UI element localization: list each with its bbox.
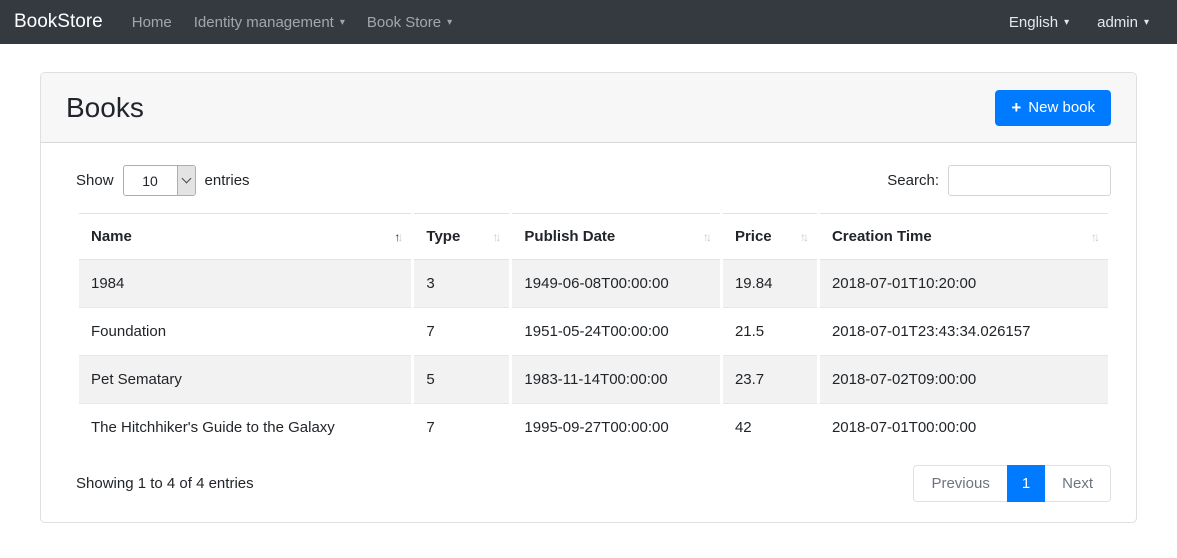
cell-publish-date: 1995-09-27T00:00:00: [511, 404, 722, 452]
navbar: BookStore Home Identity management ▾ Boo…: [0, 0, 1177, 44]
nav-item-book-store-label: Book Store: [367, 14, 441, 31]
column-header-name-label: Name: [91, 228, 132, 245]
cell-price: 42: [721, 404, 818, 452]
cell-creation-time: 2018-07-02T09:00:00: [818, 356, 1109, 404]
sort-desc-icon: ↓: [803, 230, 806, 244]
cell-creation-time: 2018-07-01T00:00:00: [818, 404, 1109, 452]
page-title: Books: [66, 92, 144, 124]
nav-item-home[interactable]: Home: [121, 4, 183, 41]
table-controls: Show 10 entries Search:: [76, 165, 1111, 196]
sort-desc-icon: ↓: [495, 230, 498, 244]
entries-info: Showing 1 to 4 of 4 entries: [76, 475, 254, 492]
next-page-button[interactable]: Next: [1044, 465, 1111, 502]
search-input[interactable]: [948, 165, 1111, 196]
column-header-publish-date-label: Publish Date: [524, 228, 615, 245]
nav-item-home-label: Home: [132, 14, 172, 31]
previous-page-button[interactable]: Previous: [913, 465, 1007, 502]
sort-icon: ↑↓: [492, 230, 501, 244]
column-header-type[interactable]: Type ↑↓: [413, 214, 511, 260]
main-content: Books + New book Show 10 entries: [0, 44, 1177, 523]
sort-desc-icon: ↓: [706, 230, 709, 244]
column-header-price-label: Price: [735, 228, 772, 245]
table-header: Name ↑↓ Type ↑↓ Publish Date ↑↓ Price: [78, 214, 1110, 260]
cell-name: Pet Sematary: [78, 356, 413, 404]
column-header-creation-time[interactable]: Creation Time ↑↓: [818, 214, 1109, 260]
new-book-button[interactable]: + New book: [995, 90, 1111, 126]
chevron-down-icon: [181, 174, 191, 184]
card-body: Show 10 entries Search:: [41, 143, 1136, 522]
search-label: Search:: [887, 172, 939, 189]
cell-creation-time: 2018-07-01T10:20:00: [818, 260, 1109, 308]
user-dropdown[interactable]: admin ▾: [1083, 4, 1163, 41]
cell-type: 7: [413, 404, 511, 452]
table-header-row: Name ↑↓ Type ↑↓ Publish Date ↑↓ Price: [78, 214, 1110, 260]
caret-down-icon: ▾: [340, 18, 345, 28]
sort-desc-icon: ↓: [1094, 230, 1097, 244]
column-header-name[interactable]: Name ↑↓: [78, 214, 413, 260]
table-row: Foundation 7 1951-05-24T00:00:00 21.5 20…: [78, 308, 1110, 356]
caret-down-icon: ▾: [1144, 18, 1149, 28]
cell-name: The Hitchhiker's Guide to the Galaxy: [78, 404, 413, 452]
table-footer: Showing 1 to 4 of 4 entries Previous 1 N…: [76, 465, 1111, 502]
entries-label: entries: [205, 172, 250, 189]
entries-select-value: 10: [124, 166, 177, 195]
cell-creation-time: 2018-07-01T23:43:34.026157: [818, 308, 1109, 356]
cell-publish-date: 1983-11-14T00:00:00: [511, 356, 722, 404]
cell-name: Foundation: [78, 308, 413, 356]
sort-icon: ↑↓: [394, 230, 403, 244]
table-row: 1984 3 1949-06-08T00:00:00 19.84 2018-07…: [78, 260, 1110, 308]
language-dropdown[interactable]: English ▾: [995, 4, 1083, 41]
column-header-publish-date[interactable]: Publish Date ↑↓: [511, 214, 722, 260]
sort-icon: ↑↓: [703, 230, 712, 244]
column-header-price[interactable]: Price ↑↓: [721, 214, 818, 260]
language-label: English: [1009, 14, 1058, 31]
sort-icon: ↑↓: [800, 230, 809, 244]
caret-down-icon: ▾: [1064, 18, 1069, 28]
books-table: Name ↑↓ Type ↑↓ Publish Date ↑↓ Price: [76, 213, 1111, 451]
cell-type: 7: [413, 308, 511, 356]
show-label: Show: [76, 172, 114, 189]
cell-publish-date: 1951-05-24T00:00:00: [511, 308, 722, 356]
card-header: Books + New book: [41, 73, 1136, 143]
user-label: admin: [1097, 14, 1138, 31]
search-control: Search:: [887, 165, 1111, 196]
cell-type: 3: [413, 260, 511, 308]
page-length-control: Show 10 entries: [76, 165, 250, 196]
new-book-button-label: New book: [1028, 99, 1095, 116]
cell-name: 1984: [78, 260, 413, 308]
table-row: The Hitchhiker's Guide to the Galaxy 7 1…: [78, 404, 1110, 452]
entries-select[interactable]: 10: [123, 165, 196, 196]
caret-down-icon: ▾: [447, 18, 452, 28]
plus-icon: +: [1011, 99, 1021, 116]
nav-menu: Home Identity management ▾ Book Store ▾: [121, 4, 995, 41]
page-1-button[interactable]: 1: [1007, 465, 1045, 502]
column-header-type-label: Type: [426, 228, 460, 245]
select-dropdown-button: [177, 166, 195, 195]
table-body: 1984 3 1949-06-08T00:00:00 19.84 2018-07…: [78, 260, 1110, 452]
cell-publish-date: 1949-06-08T00:00:00: [511, 260, 722, 308]
books-card: Books + New book Show 10 entries: [40, 72, 1137, 523]
cell-price: 21.5: [721, 308, 818, 356]
nav-item-book-store[interactable]: Book Store ▾: [356, 4, 463, 41]
sort-desc-icon: ↓: [397, 230, 400, 244]
nav-right: English ▾ admin ▾: [995, 4, 1163, 41]
cell-type: 5: [413, 356, 511, 404]
nav-item-identity-management-label: Identity management: [194, 14, 334, 31]
cell-price: 23.7: [721, 356, 818, 404]
column-header-creation-time-label: Creation Time: [832, 228, 932, 245]
table-row: Pet Sematary 5 1983-11-14T00:00:00 23.7 …: [78, 356, 1110, 404]
nav-item-identity-management[interactable]: Identity management ▾: [183, 4, 356, 41]
pagination: Previous 1 Next: [913, 465, 1111, 502]
brand-link[interactable]: BookStore: [14, 11, 103, 33]
cell-price: 19.84: [721, 260, 818, 308]
sort-icon: ↑↓: [1091, 230, 1100, 244]
